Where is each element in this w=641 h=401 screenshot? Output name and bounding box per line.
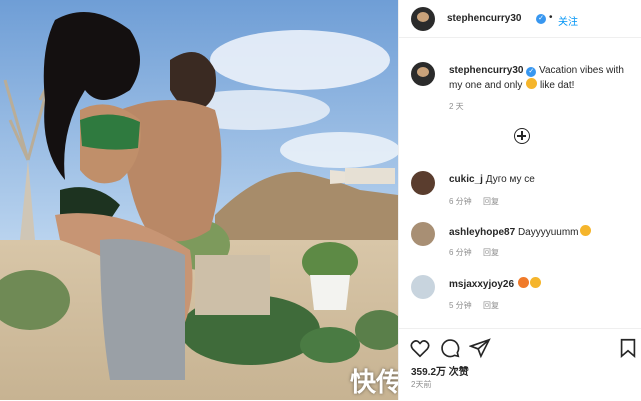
comment-avatar[interactable] [411, 171, 435, 195]
post-header: stephencurry30 ✓ • 关注 [399, 0, 641, 38]
comment-reply-button[interactable]: 回复 [483, 196, 499, 207]
vacation-photo-image [0, 0, 398, 400]
comment-icon[interactable] [439, 337, 461, 359]
watermark-text: 快传 [350, 367, 403, 397]
heart-eyes-emoji-icon [529, 277, 541, 288]
caption-username[interactable]: stephencurry30 [449, 65, 523, 76]
post-date[interactable]: 2天前 [411, 379, 431, 390]
comment-body: msjaxxyjoy26 [449, 277, 541, 290]
author-username[interactable]: stephencurry30 [447, 13, 521, 24]
comment-username[interactable]: ashleyhope87 [449, 227, 515, 238]
caption-verified-icon: ✓ [526, 67, 537, 77]
comment-text: Дуго му се [485, 174, 535, 185]
comment-reply-button[interactable]: 回复 [483, 247, 499, 258]
comment-text: Dayyyyuumm [517, 227, 579, 238]
header-separator: • [549, 12, 553, 23]
post-side-panel: stephencurry30 ✓ • 关注 stephencurry30 ✓ V… [398, 0, 641, 400]
post-actions-bar: 359.2万 次赞 2天前 [399, 328, 641, 401]
caption: stephencurry30 ✓ Vacation vibes with my … [449, 64, 634, 93]
heart-eyes-emoji-icon [579, 225, 591, 236]
likes-count[interactable]: 359.2万 次赞 [411, 363, 469, 378]
share-icon[interactable] [469, 337, 491, 359]
fire-emoji-icon [517, 277, 529, 288]
bookmark-icon[interactable] [617, 337, 639, 359]
comment-avatar[interactable] [411, 275, 435, 299]
comment-avatar[interactable] [411, 222, 435, 246]
comment-reply-button[interactable]: 回复 [483, 300, 499, 311]
comment-body: ashleyhope87 Dayyyyuumm [449, 225, 591, 238]
comment-time[interactable]: 6 分钟 [449, 247, 472, 258]
heart-icon[interactable] [409, 337, 431, 359]
comment-time[interactable]: 6 分钟 [449, 196, 472, 207]
caption-suffix: like dat! [537, 80, 575, 91]
comment-username[interactable]: cukic_j [449, 174, 483, 185]
verified-badge-icon: ✓ [536, 14, 546, 24]
follow-button[interactable]: 关注 [558, 13, 578, 28]
comment-username[interactable]: msjaxxyjoy26 [449, 279, 514, 290]
heart-eyes-emoji-icon [526, 78, 538, 89]
comment-time[interactable]: 5 分钟 [449, 300, 472, 311]
load-more-comments-plus-circle-icon[interactable] [514, 128, 530, 144]
caption-time[interactable]: 2 天 [449, 101, 464, 112]
comment-body: cukic_j Дуго му се [449, 174, 535, 185]
author-avatar[interactable] [411, 7, 435, 31]
post-photo[interactable] [0, 0, 398, 400]
caption-author-avatar[interactable] [411, 62, 435, 86]
